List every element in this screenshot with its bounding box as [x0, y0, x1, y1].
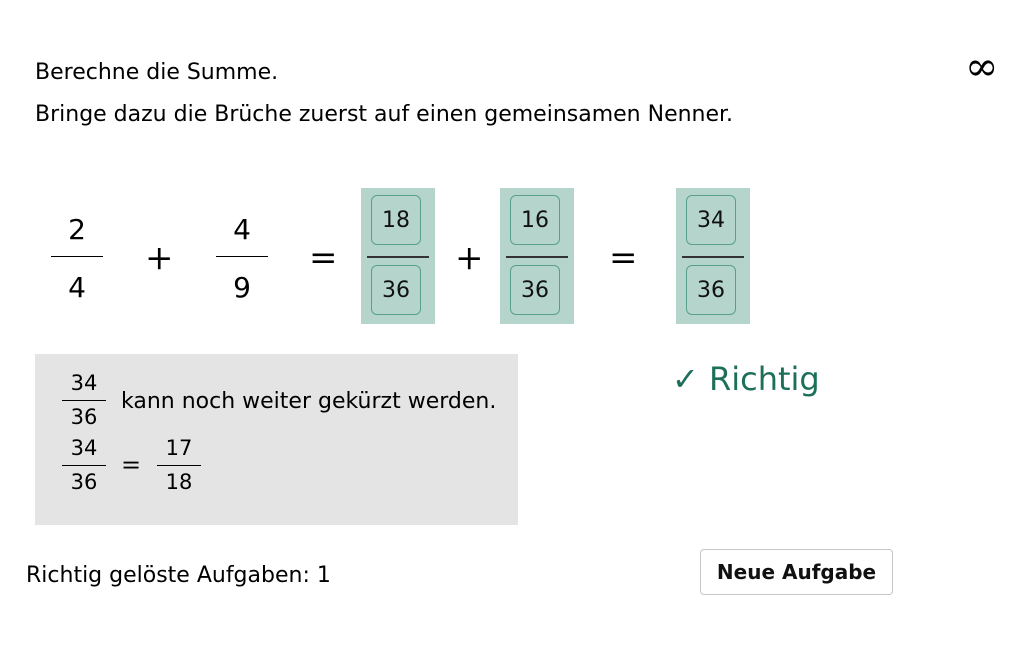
expanded-fraction-2-numerator-input[interactable]: 16: [510, 195, 560, 245]
solved-counter: Richtig gelöste Aufgaben: 1: [26, 563, 331, 588]
fraction-bar: [51, 256, 103, 257]
fraction-bar: [216, 256, 268, 257]
task-fraction-1-denominator: 4: [68, 271, 86, 304]
task-fraction-1-numerator: 2: [68, 213, 86, 246]
sum-denominator-input[interactable]: 36: [686, 265, 736, 315]
hint-panel: 34 36 kann noch weiter gekürzt werden. 3…: [35, 354, 518, 525]
hint-text: kann noch weiter gekürzt werden.: [121, 389, 497, 414]
fraction-bar: [157, 465, 201, 466]
expanded-fraction-1-denominator-input[interactable]: 36: [371, 265, 421, 315]
equals-sign: =: [609, 238, 638, 278]
hint-fraction-repeat-numerator: 34: [70, 436, 98, 460]
hint-fraction-denominator: 36: [70, 405, 98, 429]
fraction-bar: [367, 256, 429, 258]
task-fraction-2-numerator: 4: [233, 213, 251, 246]
infinity-icon[interactable]: ∞: [965, 44, 998, 90]
new-task-button[interactable]: Neue Aufgabe: [700, 549, 893, 595]
plus-sign: +: [455, 238, 484, 278]
sum-numerator-input[interactable]: 34: [686, 195, 736, 245]
fraction-bar: [682, 256, 744, 258]
fraction-bar: [62, 400, 106, 401]
expanded-fraction-2-denominator-input[interactable]: 36: [510, 265, 560, 315]
feedback-correct: ✓ Richtig: [672, 360, 820, 398]
task-fraction-2-denominator: 9: [233, 271, 251, 304]
hint-fraction-repeat-denominator: 36: [70, 470, 98, 494]
expanded-fraction-2: 16 36: [500, 188, 574, 324]
instruction-line-2: Bringe dazu die Brüche zuerst auf einen …: [35, 102, 734, 127]
expanded-fraction-1: 18 36: [361, 188, 435, 324]
sum-fraction: 34 36: [676, 188, 750, 324]
fraction-bar: [506, 256, 568, 258]
instruction-line-1: Berechne die Summe.: [35, 60, 279, 85]
simplified-fraction-numerator: 17: [165, 436, 193, 460]
simplified-fraction-denominator: 18: [165, 470, 193, 494]
hint-fraction-numerator: 34: [70, 371, 98, 395]
plus-sign: +: [145, 238, 174, 278]
equals-sign: =: [309, 238, 338, 278]
expanded-fraction-1-numerator-input[interactable]: 18: [371, 195, 421, 245]
fraction-bar: [62, 465, 106, 466]
equals-sign: =: [121, 451, 142, 479]
